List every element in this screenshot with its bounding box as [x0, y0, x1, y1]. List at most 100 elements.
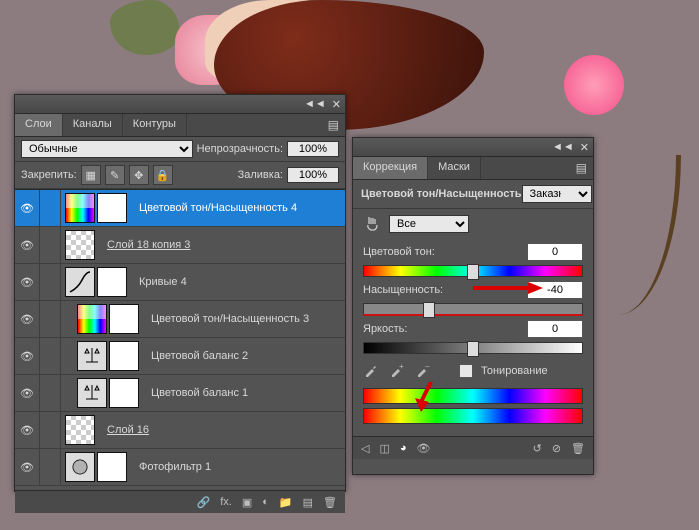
lock-transparent-icon[interactable]: ▦	[81, 165, 101, 185]
reset-icon[interactable]: ⊘	[552, 442, 561, 455]
layers-list[interactable]: 👁 Цветовой тон/Насыщенность 4 👁 Слой 18 коп…	[15, 189, 345, 490]
visibility-icon[interactable]: 👁	[417, 442, 431, 455]
lock-position-icon[interactable]: ✥	[129, 165, 149, 185]
adjustment-layer-icon[interactable]: ◐	[262, 496, 269, 508]
tab-paths[interactable]: Контуры	[123, 114, 187, 136]
layer-thumbnail[interactable]	[77, 341, 107, 371]
layer-row[interactable]: 👁 Кривые 4	[15, 264, 345, 301]
lock-all-icon[interactable]: 🔒	[153, 165, 173, 185]
hue-slider-track[interactable]	[363, 265, 583, 277]
close-icon[interactable]: ✕	[580, 141, 589, 154]
link-column	[40, 264, 61, 300]
visibility-toggle-icon[interactable]: 👁	[15, 301, 40, 337]
layer-mask-thumbnail[interactable]	[97, 267, 127, 297]
opacity-label: Непрозрачность:	[197, 143, 283, 155]
colorize-label: Тонирование	[481, 365, 548, 377]
layer-name[interactable]: Цветовой баланс 2	[143, 350, 345, 362]
back-icon[interactable]: ◁	[361, 442, 369, 455]
layer-mask-thumbnail[interactable]	[97, 452, 127, 482]
link-column	[40, 301, 61, 337]
link-column	[40, 227, 61, 263]
visibility-toggle-icon[interactable]: 👁	[15, 264, 40, 300]
blend-mode-select[interactable]: Обычные	[21, 140, 193, 158]
adjust-tabs: Коррекция Маски ▤	[353, 157, 593, 180]
layer-name[interactable]: Фотофильтр 1	[131, 461, 345, 473]
layer-name[interactable]: Цветовой баланс 1	[143, 387, 345, 399]
layers-panel-header[interactable]: ◄◄ ✕	[15, 95, 345, 114]
eyedropper-minus-icon[interactable]: −	[415, 362, 433, 380]
layer-row[interactable]: 👁 Цветовой тон/Насыщенность 3	[15, 301, 345, 338]
expand-icon[interactable]: ◫	[379, 442, 389, 455]
lightness-slider-handle[interactable]	[467, 341, 479, 357]
visibility-toggle-icon[interactable]: 👁	[15, 338, 40, 374]
eyedropper-icon[interactable]	[363, 362, 381, 380]
adjust-panel-header[interactable]: ◄◄ ✕	[353, 138, 593, 157]
collapse-icon[interactable]: ◄◄	[304, 98, 326, 110]
visibility-toggle-icon[interactable]: 👁	[15, 412, 40, 448]
link-layers-icon[interactable]: 🔗	[197, 496, 211, 509]
fill-input[interactable]	[287, 167, 339, 183]
layer-name[interactable]: Кривые 4	[131, 276, 345, 288]
layer-thumbnail[interactable]	[77, 304, 107, 334]
layer-mask-thumbnail[interactable]	[109, 304, 139, 334]
targeted-adjust-icon[interactable]	[363, 215, 381, 233]
sat-input[interactable]	[527, 281, 583, 299]
tab-correction[interactable]: Коррекция	[353, 157, 428, 179]
opacity-input[interactable]	[287, 141, 339, 157]
layer-row[interactable]: 👁 Цветовой баланс 2	[15, 338, 345, 375]
layer-thumbnail[interactable]	[77, 378, 107, 408]
tab-layers[interactable]: Слои	[15, 114, 63, 136]
layer-row[interactable]: 👁 Слой 18 копия 3	[15, 227, 345, 264]
layer-mask-thumbnail[interactable]	[109, 378, 139, 408]
eyedropper-plus-icon[interactable]: +	[389, 362, 407, 380]
layer-thumbnail[interactable]	[65, 415, 95, 445]
channel-select[interactable]: Все	[389, 215, 469, 233]
layer-mask-thumbnail[interactable]	[97, 193, 127, 223]
group-icon[interactable]: 📁	[279, 496, 293, 509]
layer-name[interactable]: Слой 18 копия 3	[99, 239, 345, 251]
visibility-toggle-icon[interactable]: 👁	[15, 190, 40, 226]
layer-thumbnail[interactable]	[65, 230, 95, 260]
eyedropper-row: + − Тонирование	[353, 354, 593, 388]
collapse-icon[interactable]: ◄◄	[552, 141, 574, 153]
lightness-slider-track[interactable]	[363, 342, 583, 354]
preset-select[interactable]: Заказная	[522, 185, 592, 203]
tab-channels[interactable]: Каналы	[63, 114, 123, 136]
tab-masks[interactable]: Маски	[428, 157, 481, 179]
previous-state-icon[interactable]: ↺	[533, 442, 542, 455]
fx-icon[interactable]: fx.	[220, 496, 232, 508]
layer-row[interactable]: 👁 Слой 16	[15, 412, 345, 449]
new-layer-icon[interactable]: ▤	[303, 496, 313, 509]
layer-mask-thumbnail[interactable]	[109, 341, 139, 371]
panel-menu-icon[interactable]: ▤	[570, 157, 593, 179]
layer-name[interactable]: Слой 16	[99, 424, 345, 436]
layer-name[interactable]: Цветовой тон/Насыщенность 4	[131, 202, 345, 214]
panel-menu-icon[interactable]: ▤	[322, 114, 345, 136]
layer-thumbnail[interactable]	[65, 267, 95, 297]
lock-fill-row: Закрепить: ▦ ✎ ✥ 🔒 Заливка:	[15, 161, 345, 189]
layer-row[interactable]: 👁 Цветовой баланс 1	[15, 375, 345, 412]
hue-input[interactable]	[527, 243, 583, 261]
lock-image-icon[interactable]: ✎	[105, 165, 125, 185]
blend-opacity-row: Обычные Непрозрачность:	[15, 137, 345, 161]
colorize-checkbox[interactable]	[459, 364, 473, 378]
sat-slider-handle[interactable]	[423, 302, 435, 318]
layer-thumbnail[interactable]	[65, 452, 95, 482]
visibility-toggle-icon[interactable]: 👁	[15, 449, 40, 485]
layer-row[interactable]: 👁 Фотофильтр 1	[15, 449, 345, 486]
add-mask-icon[interactable]: ▣	[242, 496, 252, 509]
sat-slider-track[interactable]	[363, 303, 583, 316]
layer-name[interactable]: Цветовой тон/Насыщенность 3	[143, 313, 345, 325]
link-column	[40, 449, 61, 485]
visibility-toggle-icon[interactable]: 👁	[15, 227, 40, 263]
layer-row[interactable]: 👁 Цветовой тон/Насыщенность 4	[15, 190, 345, 227]
clip-icon[interactable]: ◕	[400, 442, 407, 455]
svg-text:+: +	[399, 362, 404, 371]
link-column	[40, 375, 61, 411]
trash-icon[interactable]: 🗑	[571, 442, 585, 455]
close-icon[interactable]: ✕	[332, 98, 341, 111]
lightness-input[interactable]	[527, 320, 583, 338]
trash-icon[interactable]: 🗑	[323, 496, 337, 509]
layer-thumbnail[interactable]	[65, 193, 95, 223]
visibility-toggle-icon[interactable]: 👁	[15, 375, 40, 411]
